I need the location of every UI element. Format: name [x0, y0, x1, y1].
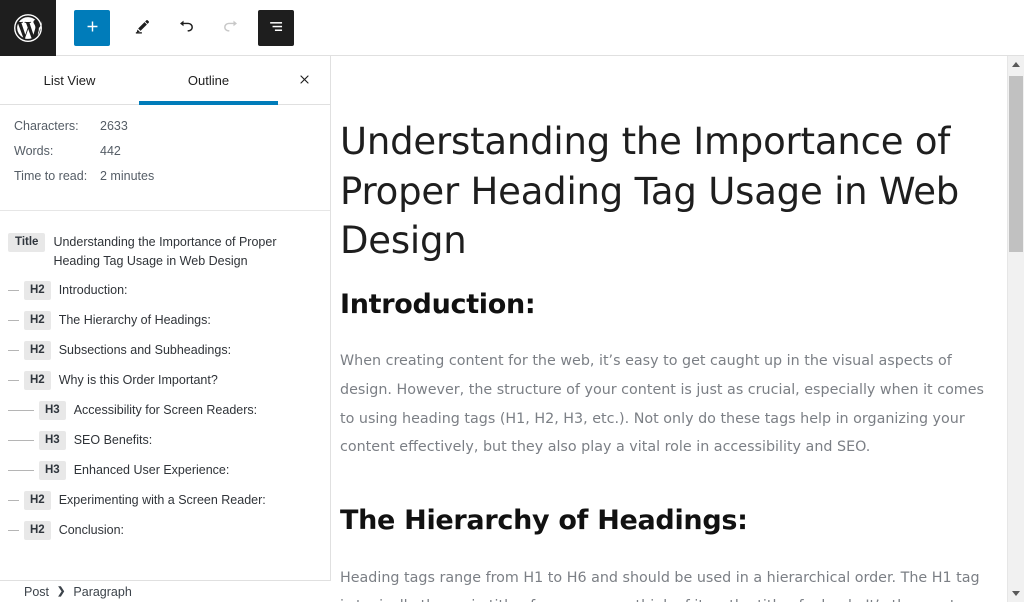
outline-item-label: Understanding the Importance of Proper H…: [53, 235, 277, 268]
breadcrumb-item-post[interactable]: Post: [24, 585, 49, 599]
outline-item-label: Subsections and Subheadings:: [58, 343, 232, 357]
tab-list-view[interactable]: List View: [0, 56, 139, 104]
outline-item-seo-benefits[interactable]: H3 SEO Benefits:: [0, 431, 330, 451]
stat-label-words: Words:: [14, 144, 54, 158]
outline-item-conclusion[interactable]: H2 Conclusion:: [0, 521, 330, 541]
outline-level-badge: Title: [8, 233, 46, 252]
editor-content: Understanding the Importance of Proper H…: [332, 57, 1008, 602]
outline-item-label: Enhanced User Experience:: [73, 463, 230, 477]
outline-level-badge: H3: [39, 461, 66, 480]
outline-indent-line: [0, 461, 39, 480]
outline-item-enhanced-user-experience[interactable]: H3 Enhanced User Experience:: [0, 461, 330, 481]
stat-value-time-to-read: 2 minutes: [100, 169, 155, 183]
outline-item-hierarchy-of-headings[interactable]: H2 The Hierarchy of Headings:: [0, 311, 330, 331]
outline-item-experimenting-with-a-screen-reader[interactable]: H2 Experimenting with a Screen Reader:: [0, 491, 330, 511]
stat-characters: Characters: 2633: [14, 119, 330, 144]
undo-arrow-icon: [176, 16, 197, 40]
outline-item-label: Why is this Order Important?: [58, 373, 218, 387]
outline-level-badge: H3: [39, 401, 66, 420]
outline-level-badge: H2: [24, 371, 51, 390]
sidebar-tabs: List View Outline: [0, 56, 330, 105]
outline-item-why-is-this-order-important[interactable]: H2 Why is this Order Important?: [0, 371, 330, 391]
edit-tool-button[interactable]: [124, 10, 160, 46]
document-overview-button[interactable]: [258, 9, 294, 46]
document-stats: Characters: 2633 Words: 442 Time to read…: [0, 105, 330, 210]
outline-indent-line: [0, 401, 39, 420]
scroll-down-arrow-icon[interactable]: [1008, 585, 1024, 602]
plus-icon: [84, 18, 101, 38]
outline-indent-line: [0, 233, 8, 252]
heading-block-hierarchy[interactable]: The Hierarchy of Headings:: [340, 504, 986, 538]
stat-value-characters: 2633: [100, 119, 128, 133]
heading-block-introduction[interactable]: Introduction:: [340, 288, 986, 322]
outline-indent-line: [0, 431, 39, 450]
outline-indent-line: [0, 341, 24, 360]
wordpress-block-editor: List View Outline Characters: 2633 Words…: [0, 0, 1024, 602]
outline-item-introduction[interactable]: H2 Introduction:: [0, 281, 330, 301]
breadcrumb: Post ❯ Paragraph: [0, 581, 331, 602]
outline-item-label: The Hierarchy of Headings:: [58, 313, 211, 327]
add-block-button[interactable]: [74, 9, 110, 46]
outline-indent-line: [0, 521, 24, 540]
stat-words: Words: 442: [14, 144, 330, 169]
close-icon: [298, 72, 311, 89]
outline-indent-line: [0, 281, 24, 300]
outline-item-subsections-and-subheadings[interactable]: H2 Subsections and Subheadings:: [0, 341, 330, 361]
editor-vertical-scrollbar[interactable]: [1007, 56, 1024, 602]
chevron-right-icon: ❯: [57, 586, 66, 597]
breadcrumb-item-paragraph[interactable]: Paragraph: [73, 585, 131, 599]
paragraph-block-introduction[interactable]: When creating content for the web, it’s …: [340, 347, 986, 461]
outline-item-label: Accessibility for Screen Readers:: [73, 403, 258, 417]
stat-label-time-to-read: Time to read:: [14, 169, 88, 183]
outline-level-badge: H2: [24, 341, 51, 360]
pencil-icon: [133, 17, 152, 39]
document-outline-list: Title Understanding the Importance of Pr…: [0, 211, 330, 541]
scroll-up-arrow-icon[interactable]: [1008, 56, 1024, 73]
list-view-icon: [267, 17, 286, 39]
outline-indent-line: [0, 371, 24, 390]
toolbar-button-group: [56, 9, 294, 46]
editor-canvas[interactable]: Understanding the Importance of Proper H…: [332, 57, 1008, 602]
undo-button[interactable]: [168, 10, 204, 46]
stat-value-words: 442: [100, 144, 121, 158]
redo-arrow-icon: [220, 16, 241, 40]
editor-top-toolbar: [0, 0, 1024, 56]
outline-level-badge: H3: [39, 431, 66, 450]
outline-item-label: Introduction:: [58, 283, 128, 297]
redo-button[interactable]: [212, 10, 248, 46]
outline-item-label: SEO Benefits:: [73, 433, 153, 447]
close-sidebar-button[interactable]: [278, 56, 330, 104]
outline-level-badge: H2: [24, 491, 51, 510]
stat-label-characters: Characters:: [14, 119, 79, 133]
stat-time-to-read: Time to read: 2 minutes: [14, 169, 330, 194]
outline-indent-line: [0, 311, 24, 330]
outline-item-label: Conclusion:: [58, 523, 125, 537]
outline-item-title[interactable]: Title Understanding the Importance of Pr…: [0, 233, 330, 271]
paragraph-block-hierarchy[interactable]: Heading tags range from H1 to H6 and sho…: [340, 564, 986, 602]
outline-item-label: Experimenting with a Screen Reader:: [58, 493, 266, 507]
tab-outline[interactable]: Outline: [139, 56, 278, 105]
outline-level-badge: H2: [24, 281, 51, 300]
post-title[interactable]: Understanding the Importance of Proper H…: [340, 117, 986, 266]
wordpress-logo-icon: [13, 13, 43, 43]
wordpress-logo-button[interactable]: [0, 0, 56, 56]
outline-level-badge: H2: [24, 311, 51, 330]
outline-indent-line: [0, 491, 24, 510]
scrollbar-thumb[interactable]: [1009, 76, 1023, 252]
outline-item-accessibility-for-screen-readers[interactable]: H3 Accessibility for Screen Readers:: [0, 401, 330, 421]
outline-level-badge: H2: [24, 521, 51, 540]
document-overview-sidebar: List View Outline Characters: 2633 Words…: [0, 56, 331, 581]
